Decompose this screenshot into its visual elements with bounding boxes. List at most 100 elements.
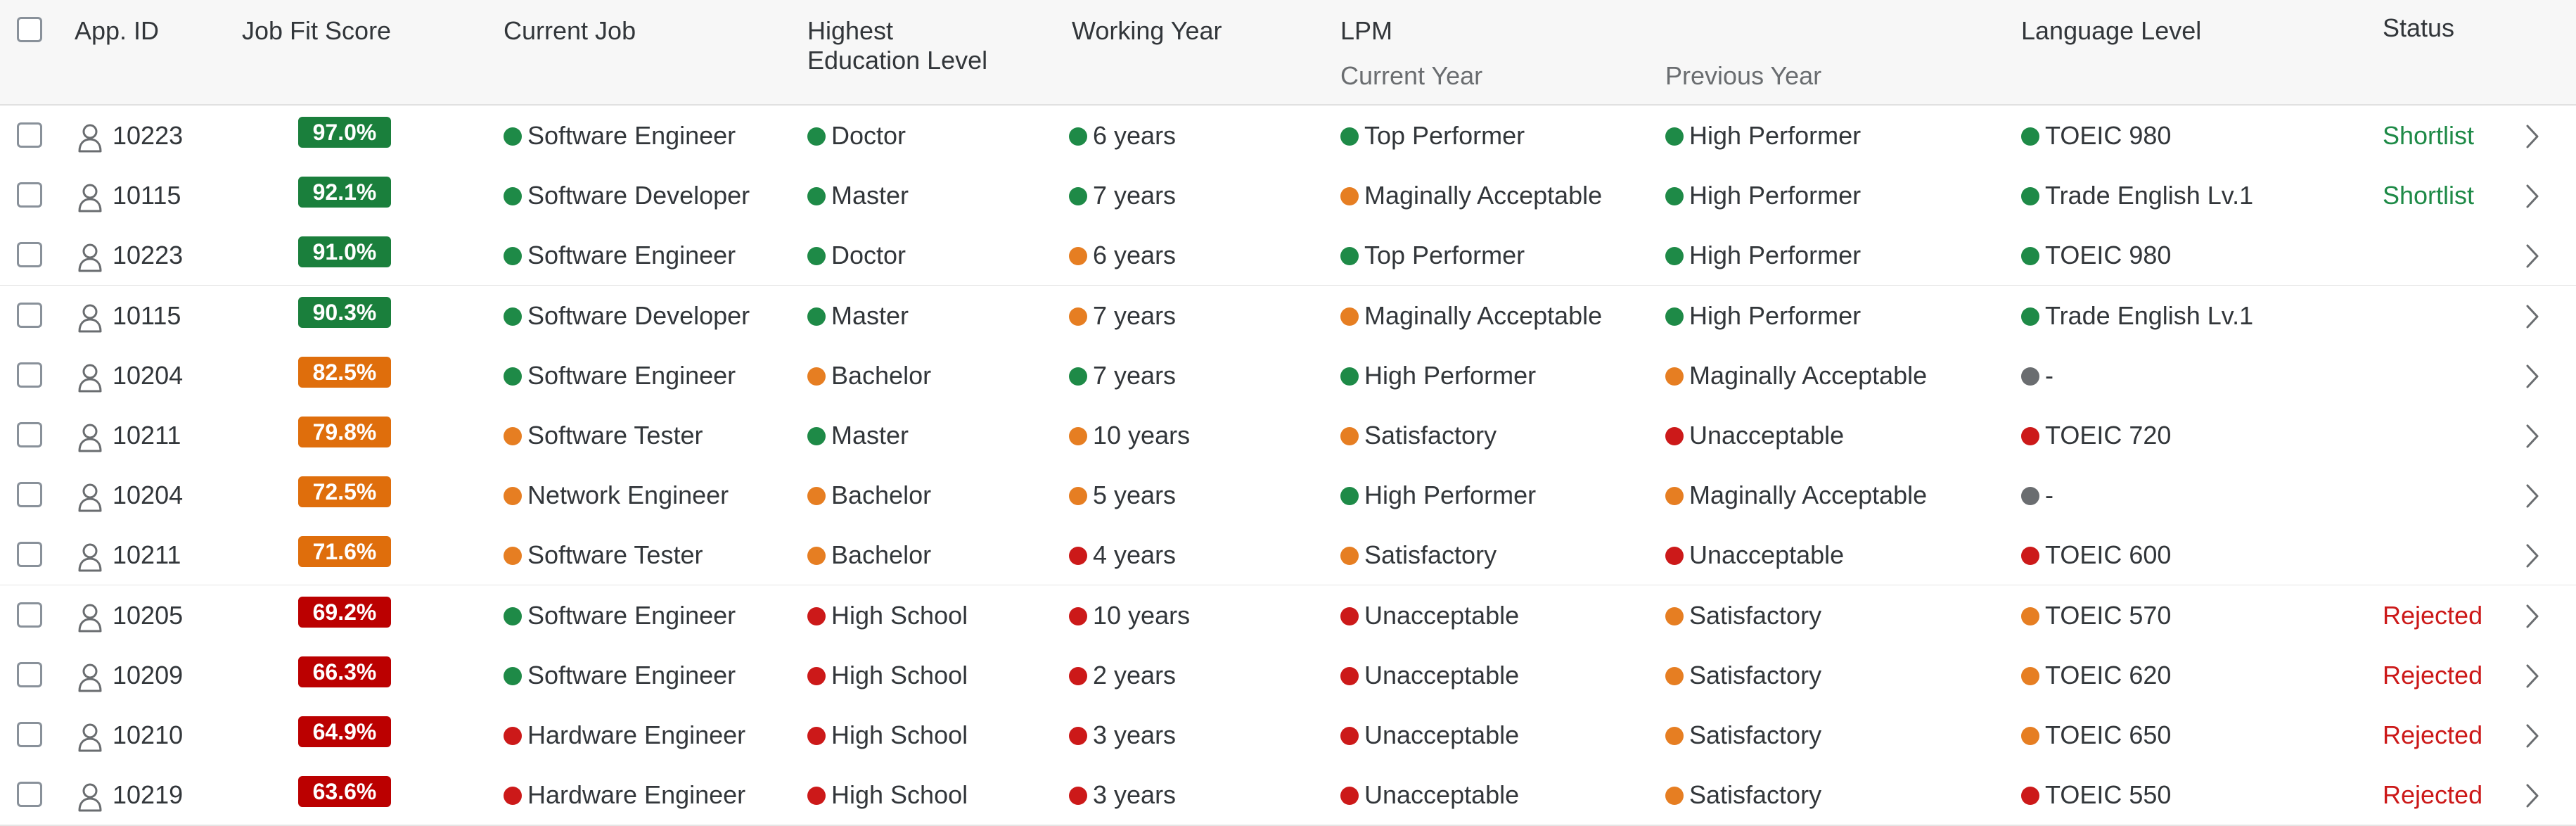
status-dot-icon bbox=[807, 727, 826, 745]
row-select-checkbox[interactable] bbox=[17, 722, 42, 747]
column-header-lpm-previous-year[interactable]: Previous Year bbox=[1665, 61, 1821, 91]
chevron-right-icon[interactable] bbox=[2523, 722, 2542, 750]
working-year: 10 years bbox=[1069, 600, 1190, 631]
row-select-checkbox[interactable] bbox=[17, 362, 42, 388]
chevron-right-icon[interactable] bbox=[2523, 362, 2542, 390]
person-icon bbox=[76, 482, 104, 513]
lpm-current-year: High Performer bbox=[1340, 480, 1536, 511]
lpm-previous-year: Satisfactory bbox=[1665, 780, 1821, 811]
language-level-text: TOEIC 570 bbox=[2045, 600, 2172, 630]
status-dot-icon bbox=[1665, 666, 1684, 685]
working-year: 7 years bbox=[1069, 360, 1176, 391]
table-row[interactable]: 10204 72.5% Network Engineer Bachelor 5 year… bbox=[0, 465, 2576, 527]
column-header-education-line1[interactable]: Highest bbox=[807, 15, 893, 46]
status-dot-icon bbox=[1340, 187, 1359, 206]
row-select-checkbox[interactable] bbox=[17, 602, 42, 628]
language-level: Trade English Lv.1 bbox=[2021, 300, 2253, 331]
lpm-previous-year-text: Maginally Acceptable bbox=[1689, 481, 1928, 510]
chevron-right-icon[interactable] bbox=[2523, 542, 2542, 570]
job-fit-score-badge: 71.6% bbox=[298, 536, 391, 568]
job-fit-score-badge: 97.0% bbox=[298, 117, 391, 148]
language-level: TOEIC 720 bbox=[2021, 420, 2171, 451]
table-row[interactable]: 10210 64.9% Hardware Engineer High School 3 … bbox=[0, 705, 2576, 766]
table-row[interactable]: 10211 79.8% Software Tester Master 10 years S… bbox=[0, 405, 2576, 466]
chevron-right-icon[interactable] bbox=[2523, 303, 2542, 331]
status-dot-icon bbox=[1340, 487, 1359, 506]
education-level: Bachelor bbox=[807, 480, 931, 511]
lpm-current-year-text: Unacceptable bbox=[1364, 660, 1520, 690]
row-select-checkbox[interactable] bbox=[17, 782, 42, 808]
status-dot-icon bbox=[2021, 427, 2039, 445]
row-select-checkbox[interactable] bbox=[17, 482, 42, 508]
education-level-text: Master bbox=[831, 300, 909, 330]
table-row[interactable]: 10223 97.0% Software Engineer Doctor 6 years… bbox=[0, 106, 2576, 167]
chevron-right-icon[interactable] bbox=[2523, 662, 2542, 690]
status-dot-icon bbox=[504, 427, 522, 445]
row-select-checkbox[interactable] bbox=[17, 542, 42, 568]
table-row[interactable]: 10115 90.3% Software Developer Master 7 year… bbox=[0, 285, 2576, 347]
lpm-previous-year-text: High Performer bbox=[1689, 121, 1861, 150]
table-row[interactable]: 10209 66.3% Software Engineer High School 2 … bbox=[0, 644, 2576, 706]
status-dot-icon bbox=[504, 367, 522, 386]
lpm-current-year-text: High Performer bbox=[1364, 481, 1537, 510]
lpm-current-year-text: Satisfactory bbox=[1364, 540, 1497, 570]
current-job: Software Tester bbox=[504, 420, 703, 451]
chevron-right-icon[interactable] bbox=[2523, 782, 2542, 810]
lpm-previous-year-text: Satisfactory bbox=[1689, 660, 1822, 690]
working-year: 3 years bbox=[1069, 780, 1176, 811]
row-select-checkbox[interactable] bbox=[17, 122, 42, 148]
language-level: TOEIC 650 bbox=[2021, 720, 2171, 751]
education-level-text: Master bbox=[831, 421, 909, 450]
chevron-right-icon[interactable] bbox=[2523, 602, 2542, 630]
chevron-right-icon[interactable] bbox=[2523, 122, 2542, 151]
table-row[interactable]: 10204 82.5% Software Engineer Bachelor 7 yea… bbox=[0, 345, 2576, 407]
table-row[interactable]: 10115 92.1% Software Developer Master 7 year… bbox=[0, 165, 2576, 227]
job-fit-score-badge: 66.3% bbox=[298, 656, 391, 687]
chevron-right-icon[interactable] bbox=[2523, 422, 2542, 450]
column-header-job-fit-score[interactable]: Job Fit Score bbox=[242, 15, 391, 46]
education-level-text: Doctor bbox=[831, 121, 906, 150]
table-row[interactable]: 10205 69.2% Software Engineer High School 10… bbox=[0, 585, 2576, 647]
education-level: High School bbox=[807, 660, 968, 691]
column-header-current-job[interactable]: Current Job bbox=[504, 15, 636, 46]
column-header-lpm-current-year[interactable]: Current Year bbox=[1340, 61, 1482, 91]
lpm-previous-year: Satisfactory bbox=[1665, 720, 1821, 751]
row-select-checkbox[interactable] bbox=[17, 242, 42, 268]
lpm-current-year: Satisfactory bbox=[1340, 540, 1497, 571]
status-label: Rejected bbox=[2383, 660, 2483, 690]
column-header-status[interactable]: Status bbox=[2383, 13, 2454, 43]
chevron-right-icon[interactable] bbox=[2523, 242, 2542, 270]
table-row[interactable]: 10223 91.0% Software Engineer Doctor 6 years… bbox=[0, 225, 2576, 287]
current-job-text: Software Developer bbox=[527, 300, 750, 330]
status-dot-icon bbox=[807, 367, 826, 386]
education-level: High School bbox=[807, 600, 968, 631]
current-job: Software Developer bbox=[504, 180, 750, 211]
current-job-text: Software Developer bbox=[527, 181, 750, 210]
education-level: Master bbox=[807, 180, 909, 211]
current-job: Hardware Engineer bbox=[504, 780, 745, 811]
education-level-text: High School bbox=[831, 660, 968, 690]
row-select-checkbox[interactable] bbox=[17, 302, 42, 328]
chevron-right-icon[interactable] bbox=[2523, 482, 2542, 510]
row-select-checkbox[interactable] bbox=[17, 422, 42, 447]
app-id: 10219 bbox=[113, 780, 184, 810]
app-id: 10209 bbox=[113, 660, 184, 690]
chevron-right-icon[interactable] bbox=[2523, 182, 2542, 210]
select-all-checkbox[interactable] bbox=[17, 17, 42, 42]
job-fit-score-badge: 82.5% bbox=[298, 356, 391, 388]
column-header-education-line2[interactable]: Education Level bbox=[807, 45, 987, 75]
status-dot-icon bbox=[504, 487, 522, 506]
lpm-previous-year-text: Maginally Acceptable bbox=[1689, 360, 1928, 390]
status-dot-icon bbox=[1665, 427, 1684, 445]
row-select-checkbox[interactable] bbox=[17, 182, 42, 208]
app-id: 10210 bbox=[113, 720, 184, 749]
table-row[interactable]: 10211 71.6% Software Tester Bachelor 4 years… bbox=[0, 525, 2576, 587]
column-header-app-id[interactable]: App. ID bbox=[75, 15, 159, 46]
row-select-checkbox[interactable] bbox=[17, 661, 42, 687]
table-row[interactable]: 10219 63.6% Hardware Engineer High School 3 … bbox=[0, 765, 2576, 826]
column-header-language-level[interactable]: Language Level bbox=[2021, 15, 2201, 46]
status-dot-icon bbox=[1069, 487, 1087, 506]
lpm-previous-year: High Performer bbox=[1665, 240, 1861, 271]
column-header-working-year[interactable]: Working Year bbox=[1072, 15, 1222, 46]
lpm-current-year: High Performer bbox=[1340, 360, 1536, 391]
